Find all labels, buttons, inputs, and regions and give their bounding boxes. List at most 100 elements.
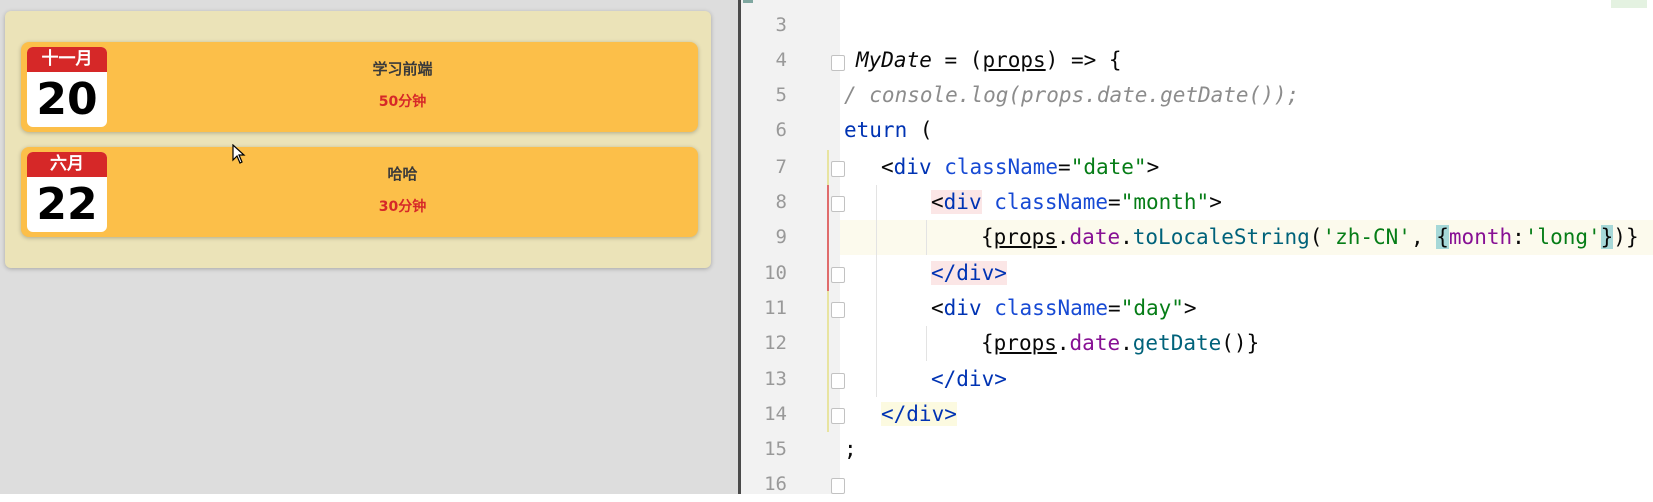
code-token: <: [931, 190, 944, 214]
log-content: 学习前端 50分钟: [107, 42, 698, 132]
line-number: 3: [775, 14, 787, 36]
code-token: props: [982, 48, 1046, 72]
log-item[interactable]: 十一月 20 学习前端 50分钟: [21, 42, 698, 132]
line-number: 5: [775, 84, 787, 106]
code-line[interactable]: {props.date.toLocaleString('zh-CN', {mon…: [981, 220, 1639, 255]
code-line[interactable]: MyDate = (props) => {: [856, 43, 1122, 78]
code-token: = (: [931, 48, 983, 72]
calendar-month: 十一月: [27, 47, 107, 72]
line-number: 15: [764, 438, 787, 460]
fold-marker-icon[interactable]: [831, 302, 845, 318]
code-token: ) => {: [1045, 48, 1122, 72]
line-number: 4: [775, 49, 787, 71]
mouse-cursor-icon: [232, 144, 246, 164]
fold-marker-icon[interactable]: [831, 161, 845, 177]
line-number: 12: [764, 332, 787, 354]
log-desc: 哈哈: [387, 165, 418, 183]
fold-marker-icon[interactable]: [831, 196, 845, 212]
code-line[interactable]: <div className="day">: [931, 291, 1197, 326]
code-token: (: [1309, 225, 1323, 249]
indent-guide: [926, 326, 927, 361]
log-desc: 学习前端: [372, 60, 433, 78]
line-number: 14: [764, 403, 787, 425]
line-number: 8: [775, 191, 787, 213]
code-token: (: [907, 118, 933, 142]
code-function: getDate: [1132, 331, 1222, 355]
line-number: 13: [764, 368, 787, 390]
code-tag: div: [943, 296, 982, 320]
line-number: 6: [775, 119, 787, 141]
fold-marker-icon[interactable]: [831, 408, 845, 424]
calendar-day: 20: [36, 74, 98, 125]
code-token: =: [1058, 155, 1071, 179]
fold-marker-icon[interactable]: [831, 478, 845, 494]
calendar-date: 六月 22: [27, 152, 107, 232]
code-string: 'zh-CN': [1322, 225, 1411, 249]
code-token: .: [1056, 331, 1070, 355]
line-number: 7: [775, 156, 787, 178]
code-editor[interactable]: 3 4 5 6 7 8 9 10 11 12 13 14 15 16 MyDat…: [741, 0, 1653, 495]
code-token: ()}: [1221, 331, 1260, 355]
code-token: >: [1146, 155, 1160, 179]
code-token: .: [1120, 225, 1133, 249]
line-number: 10: [764, 262, 787, 284]
logs-container: 十一月 20 学习前端 50分钟 六月 22 哈哈 30分钟: [5, 11, 711, 268]
code-keyword: eturn: [844, 118, 908, 142]
calendar-month: 六月: [27, 152, 107, 177]
code-token: {: [981, 225, 994, 249]
indent-guide: [876, 185, 877, 397]
fold-marker-icon[interactable]: [831, 373, 845, 389]
code-function: toLocaleString: [1132, 225, 1310, 249]
code-string: "date": [1070, 155, 1147, 179]
code-line[interactable]: <div className="date">: [881, 150, 1159, 185]
code-token: >: [1209, 190, 1222, 214]
code-token: ;: [844, 437, 857, 461]
code-string: "day": [1120, 296, 1184, 320]
log-time: 50分钟: [378, 94, 427, 110]
log-content: 哈哈 30分钟: [107, 147, 698, 237]
gutter-marker: [743, 0, 753, 3]
code-token: >: [1183, 296, 1197, 320]
line-number: 11: [764, 297, 787, 319]
code-attr: className: [994, 190, 1109, 214]
code-tag: </div>: [931, 367, 1007, 391]
line-number: 9: [775, 226, 787, 248]
code-line[interactable]: eturn (: [844, 113, 933, 148]
indent-guide: [926, 220, 927, 255]
code-attr: className: [994, 296, 1109, 320]
calendar-day: 22: [36, 179, 98, 230]
code-token: =: [1108, 296, 1121, 320]
code-token: {: [981, 331, 994, 355]
code-comment: / console.log(props.date.getDate());: [844, 83, 1300, 107]
code-line[interactable]: </div>: [881, 397, 957, 432]
code-token: )}: [1613, 225, 1639, 249]
code-token: props: [993, 225, 1057, 249]
code-line[interactable]: {props.date.getDate()}: [981, 326, 1259, 361]
code-line[interactable]: </div>: [931, 256, 1007, 291]
code-token: <: [881, 155, 894, 179]
code-property: date: [1069, 225, 1121, 249]
calendar-date: 十一月 20: [27, 47, 107, 127]
vcs-change-bar[interactable]: [827, 185, 829, 291]
log-time: 30分钟: [378, 199, 427, 215]
fold-marker-icon[interactable]: [831, 267, 845, 283]
code-token: MyDate: [856, 48, 932, 72]
code-tag: </div>: [881, 402, 957, 426]
code-tag: div: [943, 190, 982, 214]
code-line[interactable]: <div className="month">: [931, 185, 1222, 220]
code-token: <: [931, 296, 944, 320]
line-number: 16: [764, 473, 787, 495]
code-token: .: [1056, 225, 1070, 249]
log-item[interactable]: 六月 22 哈哈 30分钟: [21, 147, 698, 237]
code-string: 'long': [1524, 225, 1601, 249]
code-tag: </div>: [931, 261, 1007, 285]
code-token: ,: [1410, 225, 1437, 249]
code-property: month: [1448, 225, 1513, 249]
code-token: props: [993, 331, 1057, 355]
code-line[interactable]: </div>: [931, 362, 1007, 397]
code-line[interactable]: / console.log(props.date.getDate());: [844, 78, 1299, 113]
code-line[interactable]: ;: [844, 432, 857, 467]
code-property: date: [1069, 331, 1121, 355]
code-token: =: [1108, 190, 1121, 214]
fold-marker-icon[interactable]: [831, 55, 845, 71]
